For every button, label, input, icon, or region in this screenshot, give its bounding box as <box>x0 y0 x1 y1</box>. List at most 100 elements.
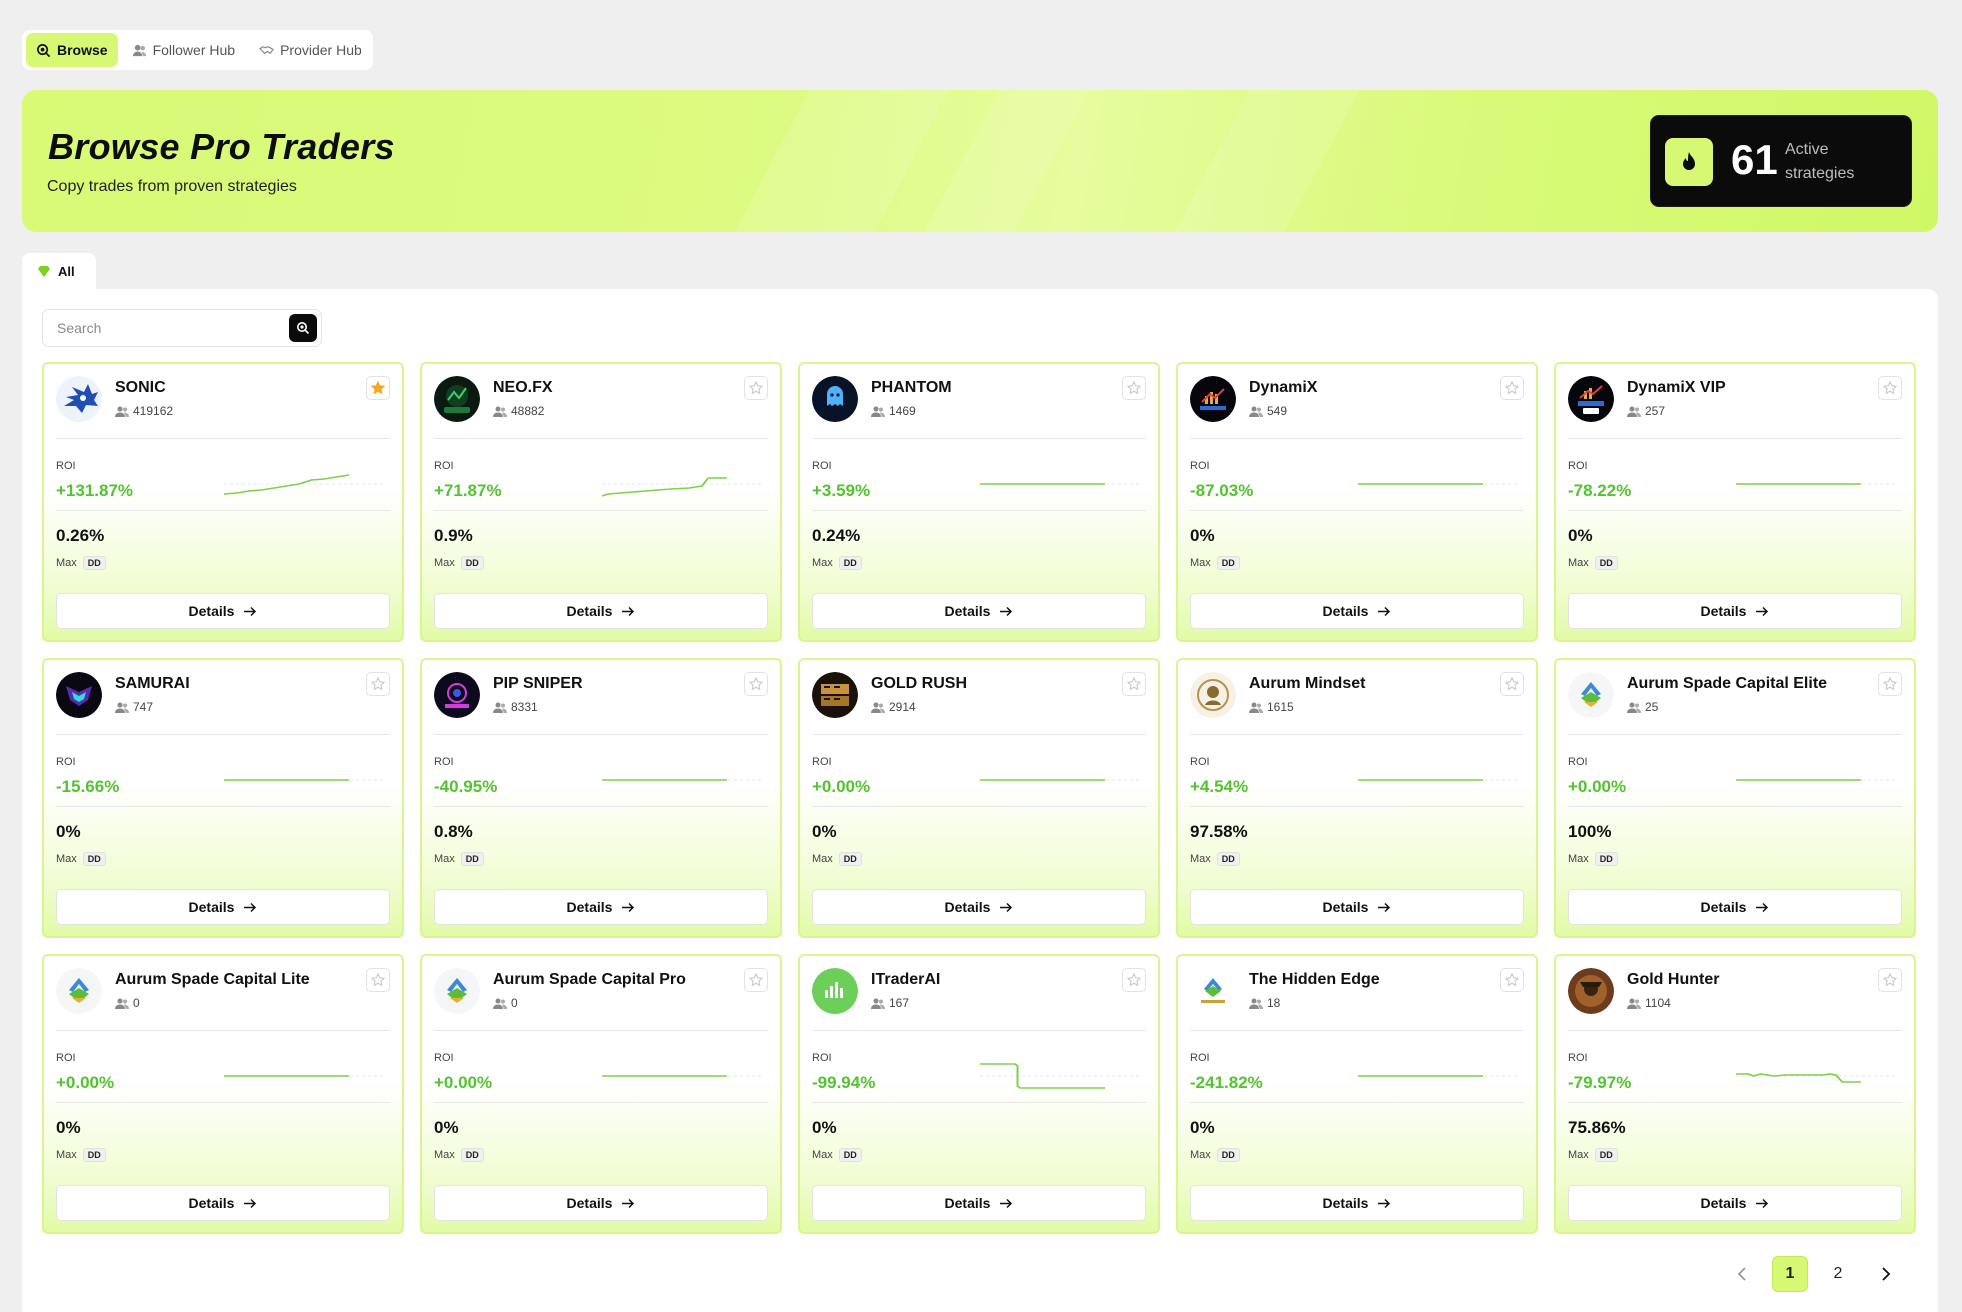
details-button[interactable]: Details <box>812 889 1146 925</box>
arrow-right-icon <box>1000 902 1013 912</box>
filter-tab-all[interactable]: All <box>22 253 96 289</box>
details-button[interactable]: Details <box>1190 889 1524 925</box>
details-button[interactable]: Details <box>1568 889 1902 925</box>
details-button[interactable]: Details <box>1190 593 1524 629</box>
favorite-button[interactable] <box>366 376 390 400</box>
strategy-name: PHANTOM <box>871 379 952 396</box>
page-2-button[interactable]: 2 <box>1820 1256 1856 1292</box>
roi-label: ROI <box>1190 1052 1210 1064</box>
next-page-button[interactable] <box>1868 1256 1904 1292</box>
favorite-button[interactable] <box>1122 376 1146 400</box>
card-divider <box>812 510 1146 511</box>
nav-browse-button[interactable]: Browse <box>26 33 118 67</box>
follower-count-value: 2914 <box>889 700 916 714</box>
card-divider <box>1568 438 1902 439</box>
strategy-card[interactable]: Aurum Spade Capital Pro 0 ROI +0.00% 0% … <box>420 954 782 1234</box>
prev-page-button[interactable] <box>1724 1256 1760 1292</box>
gold-rush-avatar <box>812 672 858 718</box>
favorite-button[interactable] <box>744 376 768 400</box>
strategy-card[interactable]: GOLD RUSH 2914 ROI +0.00% 0% Max DD Deta… <box>798 658 1160 938</box>
max-drawdown-label: Max DD <box>1568 852 1618 866</box>
favorite-button[interactable] <box>366 672 390 696</box>
details-button[interactable]: Details <box>434 593 768 629</box>
max-drawdown-value: 0.26% <box>56 526 105 545</box>
favorite-button[interactable] <box>1122 968 1146 992</box>
dd-badge: DD <box>1216 556 1240 570</box>
max-drawdown-label: Max DD <box>56 1148 106 1162</box>
details-button[interactable]: Details <box>1568 593 1902 629</box>
favorite-button[interactable] <box>1122 672 1146 696</box>
details-button[interactable]: Details <box>812 1185 1146 1221</box>
strategy-card[interactable]: Gold Hunter 1104 ROI -79.97% 75.86% Max … <box>1554 954 1916 1234</box>
strategy-card[interactable]: The Hidden Edge 18 ROI -241.82% 0% Max D… <box>1176 954 1538 1234</box>
search-button[interactable] <box>289 314 317 342</box>
details-button[interactable]: Details <box>56 1185 390 1221</box>
details-button[interactable]: Details <box>56 889 390 925</box>
favorite-button[interactable] <box>1500 376 1524 400</box>
details-button[interactable]: Details <box>812 593 1146 629</box>
strategy-card[interactable]: PHANTOM 1469 ROI +3.59% 0.24% Max DD Det… <box>798 362 1160 642</box>
roi-sparkline <box>980 779 1140 781</box>
strategy-card[interactable]: ITraderAI 167 ROI -99.94% 0% Max DD Deta… <box>798 954 1160 1234</box>
strategy-card[interactable]: DynamiX 549 ROI -87.03% 0% Max DD Detail… <box>1176 362 1538 642</box>
details-button[interactable]: Details <box>434 889 768 925</box>
card-divider <box>434 1102 768 1103</box>
strategy-card[interactable]: Aurum Spade Capital Elite 25 ROI +0.00% … <box>1554 658 1916 938</box>
favorite-button[interactable] <box>366 968 390 992</box>
favorite-button[interactable] <box>1878 968 1902 992</box>
nav-follower-hub-label: Follower Hub <box>152 42 236 58</box>
card-divider <box>56 1030 390 1031</box>
roi-label: ROI <box>434 460 454 472</box>
max-drawdown-label: Max DD <box>1190 852 1240 866</box>
details-label: Details <box>566 603 613 619</box>
favorite-button[interactable] <box>1500 968 1524 992</box>
dynamix-vip-avatar <box>1568 376 1614 422</box>
strategy-card[interactable]: SONIC 419162 ROI +131.87% 0.26% Max DD D… <box>42 362 404 642</box>
favorite-button[interactable] <box>744 968 768 992</box>
follower-count: 1469 <box>871 404 916 418</box>
dd-badge: DD <box>82 1148 106 1162</box>
arrow-right-icon <box>622 902 635 912</box>
strategy-card[interactable]: PIP SNIPER 8331 ROI -40.95% 0.8% Max DD … <box>420 658 782 938</box>
users-icon <box>132 44 146 56</box>
aurum-spade-avatar <box>1568 672 1614 718</box>
roi-label: ROI <box>1190 460 1210 472</box>
details-button[interactable]: Details <box>434 1185 768 1221</box>
roi-value: -15.66% <box>56 777 120 796</box>
max-drawdown-label: Max DD <box>1568 1148 1618 1162</box>
flame-icon <box>1665 138 1713 186</box>
arrow-right-icon <box>1378 902 1391 912</box>
dd-badge: DD <box>82 852 106 866</box>
details-label: Details <box>1322 603 1369 619</box>
details-button[interactable]: Details <box>1568 1185 1902 1221</box>
follower-count-value: 167 <box>889 996 910 1010</box>
max-label: Max <box>1568 1149 1589 1161</box>
search-input[interactable] <box>43 310 287 346</box>
strategy-card[interactable]: DynamiX VIP 257 ROI -78.22% 0% Max DD De… <box>1554 362 1916 642</box>
favorite-button[interactable] <box>1878 672 1902 696</box>
star-icon <box>1127 677 1141 691</box>
favorite-button[interactable] <box>1878 376 1902 400</box>
favorite-button[interactable] <box>744 672 768 696</box>
page-1-button[interactable]: 1 <box>1772 1256 1808 1292</box>
details-button[interactable]: Details <box>1190 1185 1524 1221</box>
active-strategies-stat: 61 Active strategies <box>1650 115 1912 207</box>
follower-count: 1615 <box>1249 700 1294 714</box>
roi-label: ROI <box>1568 460 1588 472</box>
strategy-card[interactable]: Aurum Spade Capital Lite 0 ROI +0.00% 0%… <box>42 954 404 1234</box>
max-label: Max <box>434 853 455 865</box>
filter-tab-all-label: All <box>58 263 75 279</box>
arrow-right-icon <box>244 902 257 912</box>
nav-follower-hub-button[interactable]: Follower Hub <box>122 33 245 67</box>
strategy-card[interactable]: Aurum Mindset 1615 ROI +4.54% 97.58% Max… <box>1176 658 1538 938</box>
strategy-card[interactable]: SAMURAI 747 ROI -15.66% 0% Max DD Detail… <box>42 658 404 938</box>
roi-value: +4.54% <box>1190 777 1249 796</box>
nav-provider-hub-button[interactable]: Provider Hub <box>249 33 372 67</box>
arrow-right-icon <box>244 1198 257 1208</box>
favorite-button[interactable] <box>1500 672 1524 696</box>
strategy-card[interactable]: NEO.FX 48882 ROI +71.87% 0.9% Max DD Det… <box>420 362 782 642</box>
neofx-avatar <box>434 376 480 422</box>
users-icon <box>1249 702 1263 713</box>
star-icon <box>1505 677 1519 691</box>
details-button[interactable]: Details <box>56 593 390 629</box>
